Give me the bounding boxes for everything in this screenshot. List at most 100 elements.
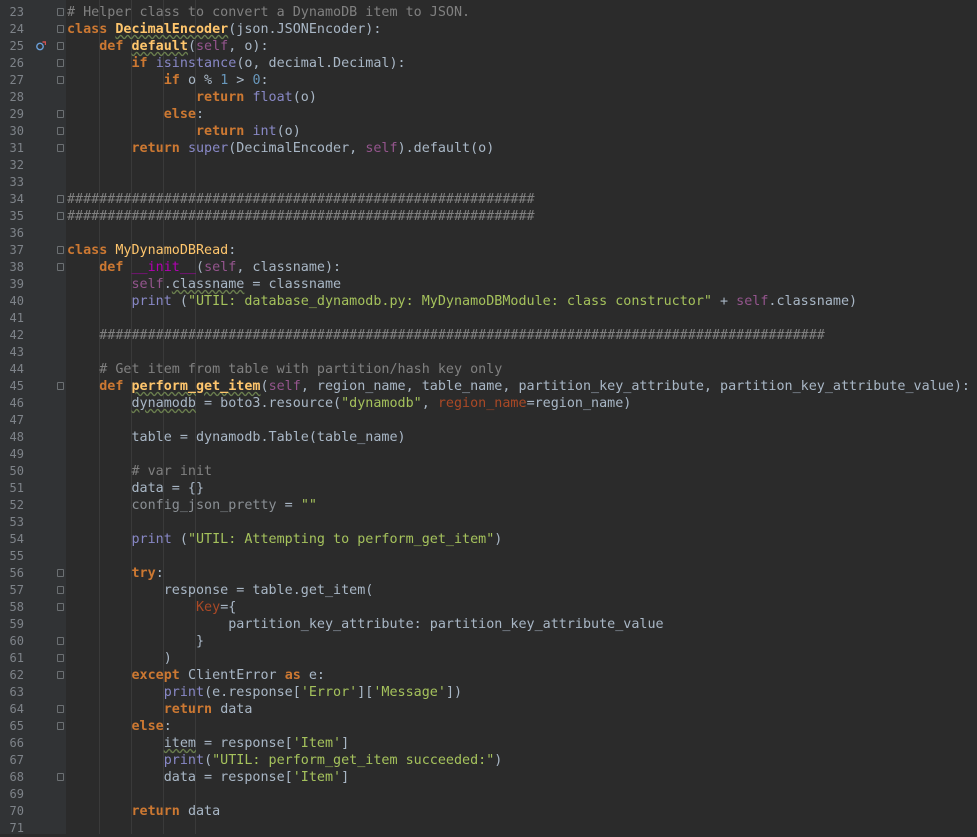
code-line[interactable]: 30 return int(o) <box>0 123 977 140</box>
line-number[interactable]: 32 <box>0 157 24 174</box>
code-line[interactable]: 66 item = response['Item'] <box>0 735 977 752</box>
code-line[interactable]: 51 data = {} <box>0 480 977 497</box>
code-line[interactable]: 23 # Helper class to convert a DynamoDB i… <box>0 4 977 21</box>
code-text[interactable]: data = response['Item'] <box>67 769 349 786</box>
line-number[interactable]: 51 <box>0 480 24 497</box>
code-text[interactable]: self.classname = classname <box>67 276 342 293</box>
code-line[interactable]: 50 # var init <box>0 463 977 480</box>
code-line[interactable]: 35 ######################################… <box>0 208 977 225</box>
code-line[interactable]: 36 <box>0 225 977 242</box>
line-number[interactable]: 35 <box>0 208 24 225</box>
code-text[interactable]: class DecimalEncoder(json.JSONEncoder): <box>67 21 381 38</box>
code-text[interactable]: config_json_pretty = "" <box>67 497 317 514</box>
code-text[interactable]: table = dynamodb.Table(table_name) <box>67 429 405 446</box>
code-text[interactable]: ) <box>67 650 172 667</box>
code-line[interactable]: 25 def default(self, o): <box>0 38 977 55</box>
code-line[interactable]: 58 Key={ <box>0 599 977 616</box>
fold-marker-icon[interactable] <box>57 263 64 271</box>
code-line[interactable]: 34 ######################################… <box>0 191 977 208</box>
fold-marker-icon[interactable] <box>57 637 64 645</box>
fold-marker-icon[interactable] <box>57 59 64 67</box>
line-number[interactable]: 25 <box>0 38 24 55</box>
line-number[interactable]: 39 <box>0 276 24 293</box>
code-text[interactable]: # Get item from table with partition/has… <box>67 361 502 378</box>
line-number[interactable]: 30 <box>0 123 24 140</box>
code-text[interactable]: def perform_get_item(self, region_name, … <box>67 378 970 395</box>
code-text[interactable]: else: <box>67 718 171 735</box>
line-number[interactable]: 38 <box>0 259 24 276</box>
line-number[interactable]: 60 <box>0 633 24 650</box>
code-line[interactable]: 70 return data <box>0 803 977 820</box>
code-line[interactable]: 59 partition_key_attribute: partition_ke… <box>0 616 977 633</box>
fold-marker-icon[interactable] <box>57 246 64 254</box>
line-number[interactable]: 71 <box>0 820 24 837</box>
code-line[interactable]: 62 except ClientError as e: <box>0 667 977 684</box>
line-number[interactable]: 66 <box>0 735 24 752</box>
line-number[interactable]: 41 <box>0 310 24 327</box>
line-number[interactable]: 50 <box>0 463 24 480</box>
fold-marker-icon[interactable] <box>57 144 64 152</box>
code-line[interactable]: 55 <box>0 548 977 565</box>
code-text[interactable]: return int(o) <box>67 123 301 140</box>
line-number[interactable]: 27 <box>0 72 24 89</box>
line-number[interactable]: 34 <box>0 191 24 208</box>
line-number[interactable]: 31 <box>0 140 24 157</box>
code-text[interactable]: print(e.response['Error']['Message']) <box>67 684 462 701</box>
code-text[interactable]: partition_key_attribute: partition_key_a… <box>67 616 663 633</box>
fold-marker-icon[interactable] <box>57 773 64 781</box>
fold-marker-icon[interactable] <box>57 654 64 662</box>
code-text[interactable]: if isinstance(o, decimal.Decimal): <box>67 55 405 72</box>
code-text[interactable]: # var init <box>67 463 212 480</box>
line-number[interactable]: 33 <box>0 174 24 191</box>
code-text[interactable]: def __init__(self, classname): <box>67 259 341 276</box>
code-line[interactable]: 49 <box>0 446 977 463</box>
fold-marker-icon[interactable] <box>57 212 64 220</box>
code-text[interactable]: if o % 1 > 0: <box>67 72 269 89</box>
code-text[interactable]: return float(o) <box>67 89 317 106</box>
line-number[interactable]: 63 <box>0 684 24 701</box>
code-line[interactable]: 42 #####################################… <box>0 327 977 344</box>
line-number[interactable]: 29 <box>0 106 24 123</box>
code-text[interactable]: data = {} <box>67 480 204 497</box>
code-line[interactable]: 32 <box>0 157 977 174</box>
line-number[interactable]: 67 <box>0 752 24 769</box>
code-text[interactable]: print("UTIL: perform_get_item succeeded:… <box>67 752 503 769</box>
line-number[interactable]: 69 <box>0 786 24 803</box>
code-line[interactable]: 27 if o % 1 > 0: <box>0 72 977 89</box>
code-line[interactable]: 57 response = table.get_item( <box>0 582 977 599</box>
code-text[interactable]: response = table.get_item( <box>67 582 374 599</box>
fold-marker-icon[interactable] <box>57 569 64 577</box>
code-line[interactable]: 53 <box>0 514 977 531</box>
code-line[interactable]: 47 <box>0 412 977 429</box>
line-number[interactable]: 37 <box>0 242 24 259</box>
code-line[interactable]: 65 else: <box>0 718 977 735</box>
code-line[interactable]: 24 class DecimalEncoder(json.JSONEncoder)… <box>0 21 977 38</box>
line-number[interactable]: 23 <box>0 4 24 21</box>
line-number[interactable]: 57 <box>0 582 24 599</box>
line-number[interactable]: 43 <box>0 344 24 361</box>
code-text[interactable]: Key={ <box>67 599 236 616</box>
code-line[interactable]: 61 ) <box>0 650 977 667</box>
line-number[interactable]: 59 <box>0 616 24 633</box>
code-line[interactable]: 48 table = dynamodb.Table(table_name) <box>0 429 977 446</box>
code-text[interactable]: # Helper class to convert a DynamoDB ite… <box>67 4 470 21</box>
line-number[interactable]: 70 <box>0 803 24 820</box>
line-number[interactable]: 64 <box>0 701 24 718</box>
code-line[interactable]: 31 return super(DecimalEncoder, self).de… <box>0 140 977 157</box>
code-line[interactable]: 56 try: <box>0 565 977 582</box>
line-number[interactable]: 48 <box>0 429 24 446</box>
code-line[interactable]: 52 config_json_pretty = "" <box>0 497 977 514</box>
code-line[interactable]: 44 # Get item from table with partition/… <box>0 361 977 378</box>
code-line[interactable]: 64 return data <box>0 701 977 718</box>
code-text[interactable]: class MyDynamoDBRead: <box>67 242 236 259</box>
line-number[interactable]: 24 <box>0 21 24 38</box>
override-method-icon[interactable] <box>36 41 46 51</box>
code-text[interactable]: return data <box>67 803 220 820</box>
fold-marker-icon[interactable] <box>57 42 64 50</box>
code-text[interactable]: try: <box>67 565 163 582</box>
line-number[interactable]: 55 <box>0 548 24 565</box>
line-number[interactable]: 53 <box>0 514 24 531</box>
code-text[interactable]: def default(self, o): <box>67 38 268 55</box>
code-text[interactable]: print ("UTIL: Attempting to perform_get_… <box>67 531 503 548</box>
fold-marker-icon[interactable] <box>57 722 64 730</box>
